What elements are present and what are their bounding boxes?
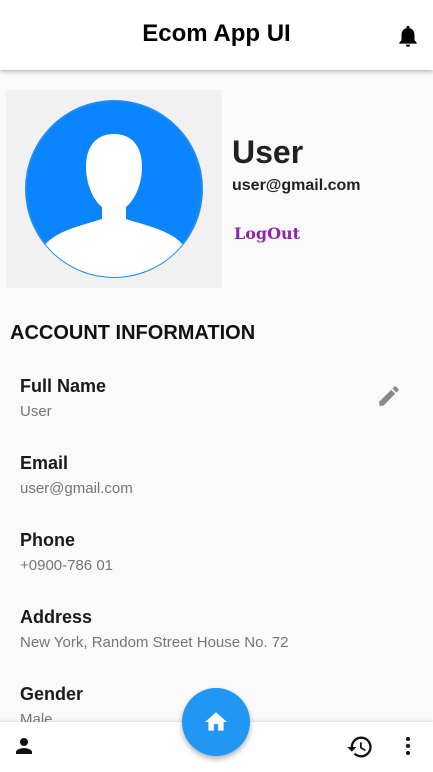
info-full-name: Full Name User: [20, 376, 106, 420]
info-email: Email user@gmail.com: [20, 453, 133, 497]
bell-icon[interactable]: [395, 23, 421, 49]
info-value: +0900-786 01: [20, 557, 114, 574]
person-silhouette-icon: [25, 100, 203, 278]
info-label: Phone: [20, 530, 76, 550]
pencil-icon[interactable]: [376, 383, 402, 409]
avatar: [6, 90, 222, 288]
section-title: ACCOUNT INFORMATION: [10, 322, 256, 344]
info-value: User: [20, 403, 52, 420]
logout-button[interactable]: LogOut: [234, 224, 300, 243]
history-icon[interactable]: [346, 733, 374, 761]
info-address: Address New York, Random Street House No…: [20, 607, 288, 651]
info-value: New York, Random Street House No. 72: [20, 634, 289, 651]
info-label: Full Name: [20, 376, 107, 396]
info-value: user@gmail.com: [20, 480, 133, 497]
info-label: Email: [20, 453, 69, 473]
info-label: Gender: [20, 684, 84, 704]
info-phone: Phone +0900-786 01: [20, 530, 113, 574]
person-icon[interactable]: [12, 734, 36, 758]
profile-email: user@gmail.com: [232, 177, 361, 194]
info-label: Address: [20, 607, 93, 627]
app-bar: Ecom App UI: [0, 0, 433, 70]
home-button[interactable]: [182, 688, 250, 756]
more-vertical-icon[interactable]: [396, 734, 420, 758]
home-icon: [205, 712, 227, 731]
app-title: Ecom App UI: [142, 20, 291, 47]
profile-name: User: [232, 134, 304, 170]
